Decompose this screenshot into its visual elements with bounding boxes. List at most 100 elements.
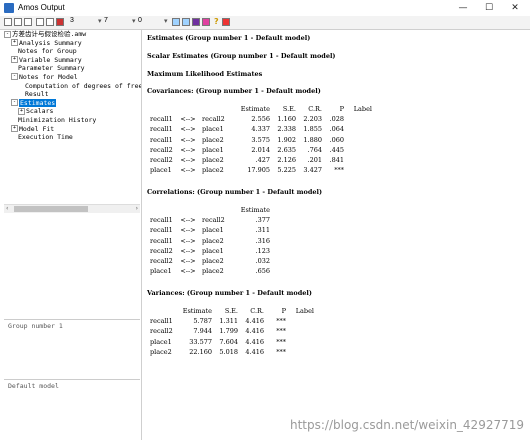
table-cell [288,347,316,357]
table-cell: place1 [202,145,224,154]
table-cell: place2 [202,257,224,266]
table-header-row: Estimate [148,205,272,215]
help-icon[interactable]: ? [214,18,222,26]
table-header-cell: P [339,105,344,114]
table-cell: <--> [180,115,196,124]
tree-item[interactable]: - Estimates [4,98,141,108]
tree-item[interactable]: + Variable Summary [4,56,141,65]
expand-icon[interactable]: + [18,107,25,115]
table-format-icon[interactable] [172,18,180,26]
tree-item-label[interactable]: Scalars [26,107,53,115]
tree-item[interactable]: + Analysis Summary [4,39,141,48]
color-pink-icon[interactable] [202,18,210,26]
table-header-cell: P [281,307,286,316]
table-cell [346,165,374,175]
tree-item-label[interactable]: Notes for Model [19,73,78,81]
table-column-select[interactable]: 0 [138,17,142,26]
collapse-icon[interactable]: - [4,30,11,38]
tree-item[interactable]: Execution Time [4,133,141,142]
table-cell: *** [276,337,286,346]
table-header-cell: Estimate [240,105,270,114]
table-cell: recall1 [150,216,173,225]
scrollbar-thumb[interactable] [14,206,88,212]
window-title: Amos Output [18,3,65,12]
covariances-title: Covariances: (Group number 1 - Default m… [147,87,321,95]
expand-icon[interactable]: + [11,125,18,133]
table-cell: *** [276,327,286,336]
tree-item-label[interactable]: 方差齿计与假设检验.amw [12,30,86,38]
minimize-button[interactable]: — [452,1,474,15]
exit-icon[interactable] [222,18,230,26]
options-icon[interactable] [24,18,32,26]
view-icon[interactable] [46,18,54,26]
close-button[interactable]: ✕ [504,1,526,15]
tree-item-label[interactable]: Computation of degrees of free [25,82,141,90]
tree-item[interactable]: + Model Fit [4,125,141,134]
table-cell: .427 [255,156,270,165]
scroll-left-arrow-icon[interactable]: ‹ [6,205,8,213]
checkmark-icon[interactable] [56,18,64,26]
tree-horizontal-scrollbar[interactable]: ‹ › [4,204,140,213]
table-cell: recall2 [202,115,225,124]
collapse-icon[interactable]: - [11,99,18,107]
color-purple-icon[interactable] [192,18,200,26]
table-cell: 4.416 [245,317,264,326]
column-width-select[interactable]: 7 [104,17,108,26]
tree-item-label[interactable]: Estimates [19,98,57,107]
tree-item-label[interactable]: Minimization History [18,116,96,124]
tree-item[interactable]: Minimization History [4,116,141,125]
table-cell: place1 [150,337,172,346]
table-cell: .445 [329,145,344,154]
table-header-cell: S.E. [282,105,296,114]
table-header-cell: C.R. [250,307,264,316]
correlations-table: Estimate recall1 <--> recall2 .377 recall1 <--… [148,205,272,276]
table-header-cell: Estimate [240,206,270,215]
model-item[interactable]: Default model [8,382,140,390]
table-row: place2 22.160 5.018 4.416 *** [148,347,316,357]
tree-item-label[interactable]: Result [25,90,48,98]
tree-item-label[interactable]: Variable Summary [19,56,82,64]
collapse-icon[interactable]: - [11,73,18,81]
tree-item[interactable]: + Scalars [4,107,141,116]
decimals-select[interactable]: 3 [70,17,74,26]
tree-item-label[interactable]: Execution Time [18,133,73,141]
table-cell: place1 [202,125,224,134]
print-preview-icon[interactable] [4,18,12,26]
table-cell: place1 [202,246,224,255]
table-cell: 17.905 [247,166,270,175]
output-content: Estimates (Group number 1 - Default mode… [142,30,530,440]
group-item[interactable]: Group number 1 [8,322,140,330]
scroll-right-arrow-icon[interactable]: › [136,205,138,213]
table-cell: place2 [202,156,224,165]
tree-item[interactable]: Parameter Summary [4,64,141,73]
table-cell [346,155,374,165]
model-list: Default model [4,379,140,441]
width-dropdown-icon[interactable]: ▾ [132,17,136,26]
tree-item[interactable]: - 方差齿计与假设检验.amw [4,30,141,39]
table-row: recall1 <--> recall2 .377 [148,215,272,225]
tree-item[interactable]: Result [4,90,141,99]
tree-item-label[interactable]: Analysis Summary [19,39,82,47]
tree-item[interactable]: - Notes for Model [4,73,141,82]
print-icon[interactable] [14,18,22,26]
table-header-cell: S.E. [224,307,238,316]
maximize-button[interactable]: ☐ [478,1,500,15]
copy-icon[interactable] [36,18,44,26]
tree-item-label[interactable]: Parameter Summary [18,64,85,72]
output-tree: - 方差齿计与假设检验.amw + Analysis Summary Notes for… [4,30,141,208]
decimals-dropdown-icon[interactable]: ▾ [98,17,102,26]
tree-item-label[interactable]: Notes for Group [18,47,77,55]
table-cell: place1 [150,267,172,276]
column-dropdown-icon[interactable]: ▾ [164,17,168,26]
navigation-pane: - 方差齿计与假设检验.amw + Analysis Summary Notes for… [0,30,142,440]
tree-item[interactable]: Notes for Group [4,47,141,56]
table-cell: 7.944 [193,327,212,336]
table-cell: recall1 [150,125,173,134]
variances-title: Variances: (Group number 1 - Default mod… [147,289,312,297]
table-layout-icon[interactable] [182,18,190,26]
expand-icon[interactable]: + [11,39,18,47]
tree-item[interactable]: Computation of degrees of free [4,82,141,91]
tree-item-label[interactable]: Model Fit [19,125,54,133]
expand-icon[interactable]: + [11,56,18,64]
table-header-cell [176,205,200,215]
